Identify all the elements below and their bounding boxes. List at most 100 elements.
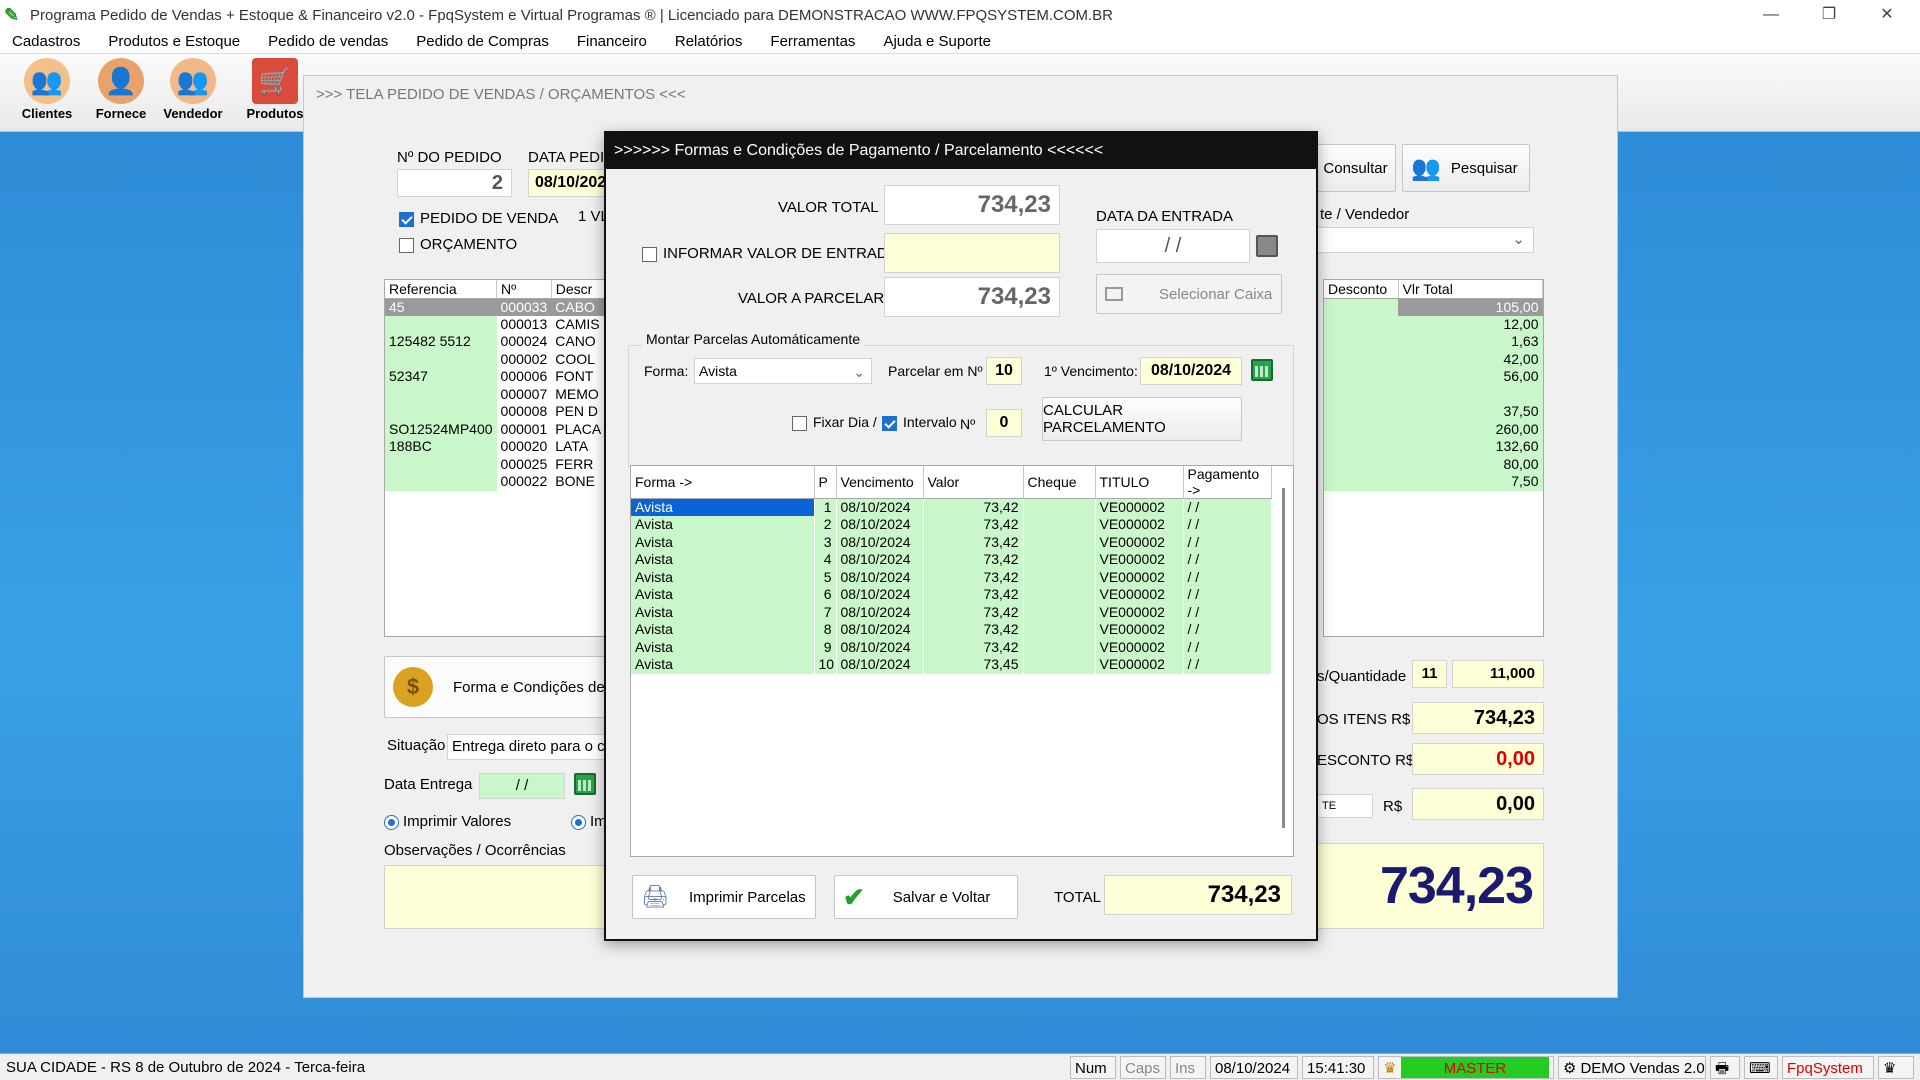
table-row[interactable]: Avista 1 08/10/2024 73,42 VE000002/ / [631,498,1272,516]
close-icon[interactable]: ✕ [1858,0,1916,30]
table-row[interactable]: 000022 BONE [385,473,606,491]
minimize-icon[interactable]: — [1742,0,1800,30]
col-vlr-total[interactable]: Vlr Total [1398,280,1543,299]
imprimir-valores-radio[interactable]: Imprimir Valores [384,813,511,830]
total-label: TOTAL [1054,889,1101,906]
keyboard-status-icon[interactable]: ⌨ [1744,1056,1778,1079]
table-row[interactable]: 1,63 [1324,333,1543,351]
calendar-icon[interactable] [574,773,596,795]
toolbar-vendedor-button[interactable]: 👥 Vendedor [158,58,228,130]
table-row[interactable]: 12,00 [1324,315,1543,333]
menu-ferramentas[interactable]: Ferramentas [770,33,855,50]
consultar-button[interactable]: Consultar [1315,144,1396,192]
table-row[interactable]: 000002 COOL [385,350,606,368]
table-row[interactable]: Avista 4 08/10/2024 73,42 VE000002/ / [631,551,1272,569]
table-row[interactable]: 000025 FERR [385,455,606,473]
toolbar-fornece-button[interactable]: 👤 Fornece [86,58,156,130]
parcelar-field[interactable]: 10 [986,357,1022,385]
cliente-vendedor-select[interactable]: ⌄ [1314,227,1534,253]
order-date-field[interactable]: 08/10/2024 [528,169,605,197]
fixar-dia-checkbox[interactable]: Fixar Dia / [792,414,877,431]
col-pagamento[interactable]: Pagamento -> [1183,466,1272,499]
grid-scrollbar[interactable] [1282,488,1285,828]
table-row[interactable]: 132,60 [1324,438,1543,456]
col-titulo[interactable]: TITULO [1095,466,1184,499]
observacoes-textarea[interactable] [384,865,606,929]
data-entrega-field[interactable]: / / [479,773,565,799]
imprimir-parcelas-button[interactable]: 🖨 Imprimir Parcelas [632,875,816,919]
intervalo-checkbox[interactable]: Intervalo [882,414,957,431]
table-row[interactable]: Avista 3 08/10/2024 73,42 VE000002/ / [631,533,1272,551]
table-row[interactable]: Avista 10 08/10/2024 73,45 VE000002/ / [631,656,1272,674]
table-row[interactable]: 105,00 [1324,298,1543,316]
table-row[interactable]: Avista 7 08/10/2024 73,42 VE000002/ / [631,603,1272,621]
table-row[interactable]: Avista 2 08/10/2024 73,42 VE000002/ / [631,516,1272,534]
col-referencia[interactable]: Referencia [385,280,498,299]
data-entrada-field[interactable]: / / [1096,229,1250,263]
frete-field[interactable]: 0,00 [1412,788,1544,820]
table-row[interactable]: 56,00 [1324,368,1543,386]
valor-entrada-field[interactable] [884,233,1060,273]
table-row[interactable]: 000008 PEN D [385,403,606,421]
order-number-field[interactable]: 2 [397,169,512,197]
pedido-venda-checkbox[interactable]: PEDIDO DE VENDA [399,210,558,227]
calcular-parcelamento-button[interactable]: CALCULAR PARCELAMENTO [1042,397,1242,441]
toolbar-produtos-button[interactable]: 🛒 Produtos [240,58,310,130]
col-numero[interactable]: Nº [496,280,552,299]
menu-financeiro[interactable]: Financeiro [577,33,647,50]
menu-produtos-estoque[interactable]: Produtos e Estoque [108,33,240,50]
table-row[interactable]: Avista 6 08/10/2024 73,42 VE000002/ / [631,586,1272,604]
col-vencimento[interactable]: Vencimento [836,466,924,499]
situacao-select[interactable]: Entrega direto para o clien [447,734,605,760]
installments-grid[interactable]: Forma -> P Vencimento Valor Cheque TITUL… [630,465,1294,857]
intervalo-field[interactable]: 0 [986,409,1022,437]
menu-pedido-vendas[interactable]: Pedido de vendas [268,33,388,50]
calendar-icon[interactable] [1251,359,1273,381]
col-parcela[interactable]: P [814,466,837,499]
imprimir-option-radio[interactable]: Im [571,813,607,830]
table-row[interactable]: 188BC 000020 LATA [385,438,606,456]
col-descricao[interactable]: Descr [551,280,606,299]
pesquisar-button[interactable]: 👥 Pesquisar [1402,144,1530,192]
table-row[interactable]: Avista 5 08/10/2024 73,42 VE000002/ / [631,568,1272,586]
table-row[interactable]: 260,00 [1324,420,1543,438]
menu-cadastros[interactable]: Cadastros [12,33,80,50]
user-status-icon[interactable]: ♛ [1878,1056,1914,1079]
vencimento-field[interactable]: 08/10/2024 [1140,357,1242,385]
toolbar-clientes-button[interactable]: 👥 Clientes [12,58,82,130]
table-row[interactable]: 000013 CAMIS [385,315,606,333]
col-valor[interactable]: Valor [923,466,1024,499]
col-desconto[interactable]: Desconto [1324,280,1399,299]
table-row[interactable]: 52347 000006 FONT [385,368,606,386]
menu-pedido-compras[interactable]: Pedido de Compras [416,33,549,50]
table-row[interactable]: SO12524MP400 000001 PLACA [385,420,606,438]
table-row[interactable]: 80,00 [1324,455,1543,473]
printer-status-icon[interactable]: 🖶 [1710,1056,1740,1079]
orcamento-checkbox[interactable]: ORÇAMENTO [399,236,517,253]
menu-relatorios[interactable]: Relatórios [675,33,743,50]
restore-icon[interactable]: ❐ [1800,0,1858,30]
table-cell: 08/10/2024 [836,533,924,551]
salvar-voltar-button[interactable]: ✔ Salvar e Voltar [834,875,1018,919]
table-row[interactable]: 125482 5512 000024 CANO [385,333,606,351]
calendar-disabled-icon[interactable] [1256,235,1278,257]
table-row[interactable]: 37,50 [1324,403,1543,421]
forma-select[interactable]: Avista ⌄ [694,358,872,384]
selecionar-caixa-button[interactable]: Selecionar Caixa [1096,274,1282,314]
items-grid-right[interactable]: Desconto Vlr Total 105,00 12,00 1,63 42,00 5… [1323,279,1544,637]
col-cheque[interactable]: Cheque [1023,466,1096,499]
items-grid-left[interactable]: Referencia Nº Descr 45 000033 CABO 000013 CA… [384,279,606,637]
table-row[interactable]: Avista 8 08/10/2024 73,42 VE000002/ / [631,621,1272,639]
informar-entrada-checkbox[interactable]: INFORMAR VALOR DE ENTRADA [642,245,898,262]
table-row[interactable]: 42,00 [1324,350,1543,368]
table-row[interactable]: 45 000033 CABO [385,298,606,316]
table-row[interactable]: Avista 9 08/10/2024 73,42 VE000002/ / [631,638,1272,656]
frete-select[interactable]: TE [1317,794,1373,818]
menu-ajuda-suporte[interactable]: Ajuda e Suporte [883,33,991,50]
desconto-field[interactable]: 0,00 [1412,743,1544,775]
table-row[interactable]: 000007 MEMO [385,385,606,403]
col-forma[interactable]: Forma -> [631,466,815,499]
table-row[interactable]: 7,50 [1324,473,1543,491]
table-row[interactable] [1324,385,1543,403]
forma-condicoes-button[interactable]: $ Forma e Condições de [384,656,606,718]
